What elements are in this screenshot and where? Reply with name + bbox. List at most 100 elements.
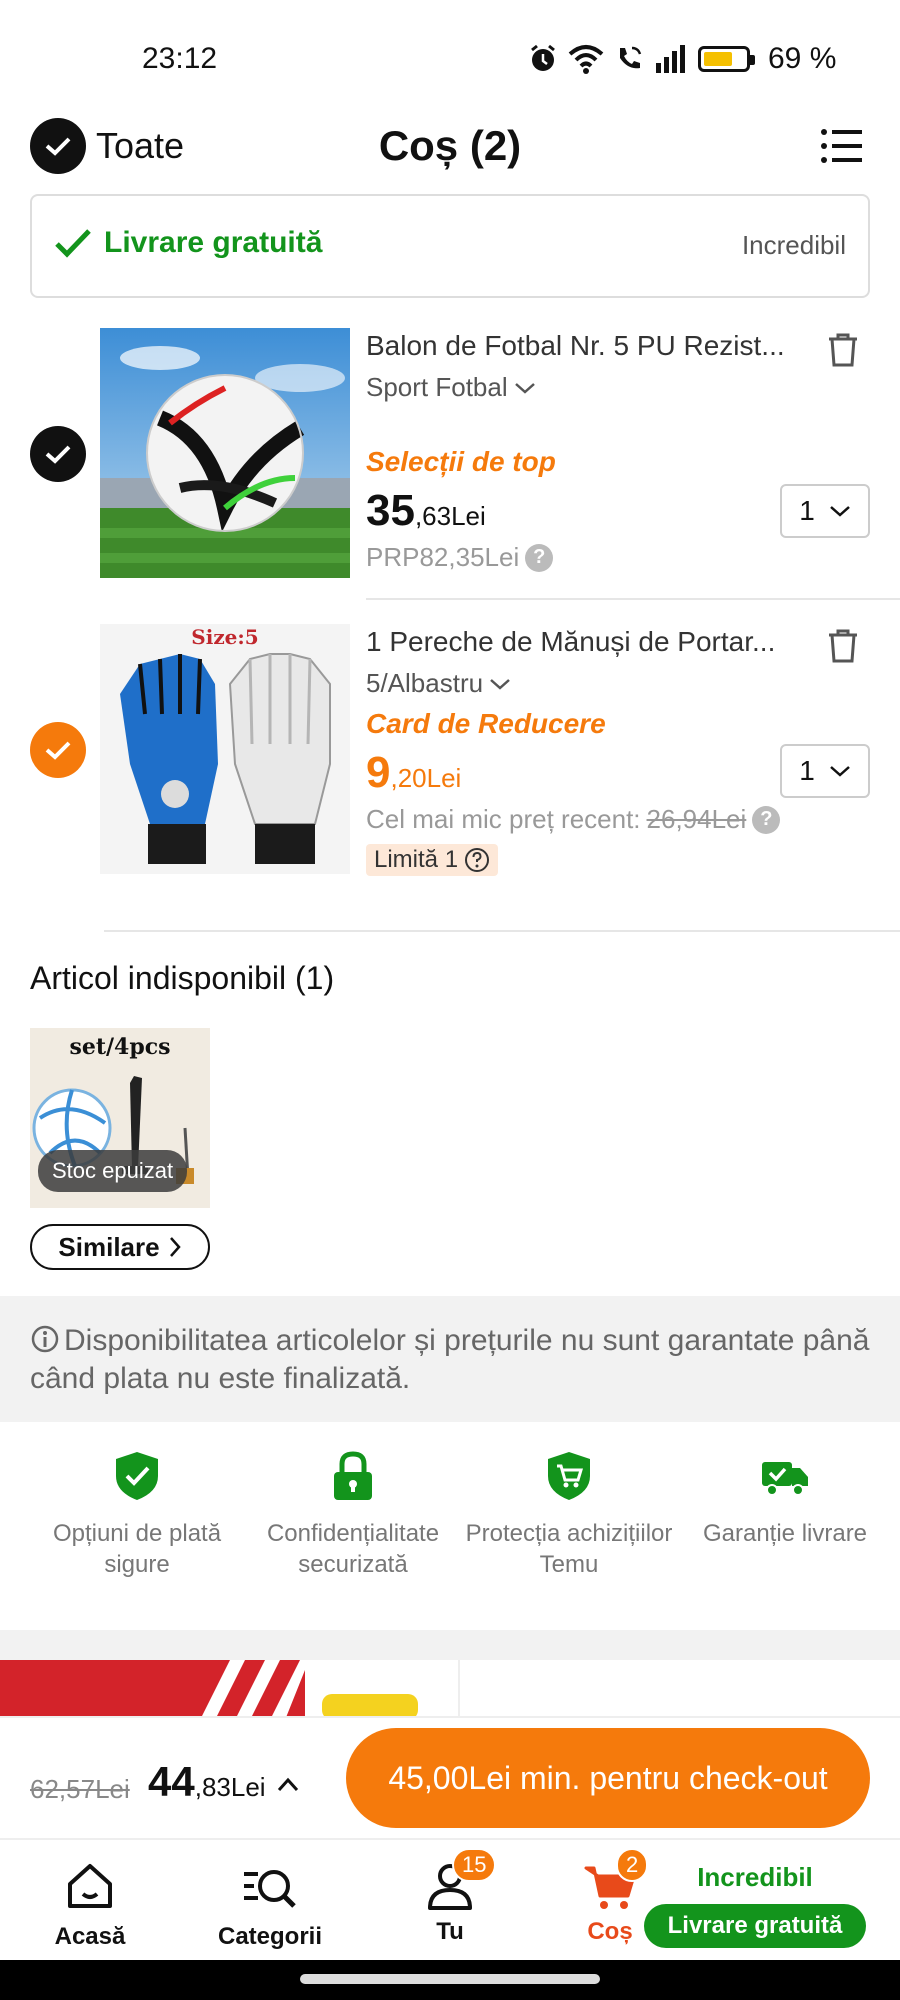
trash-icon[interactable] [826,628,860,664]
image-size-label: Size:5 [191,625,258,649]
shield-cart-icon [548,1452,590,1500]
signal-icon [656,45,685,73]
guarantee-label: Protecția achizițiilor Temu [465,1520,673,1578]
battery-text: 69 % [768,42,837,75]
nav-you[interactable]: 15 Tu [380,1848,520,1946]
item-select-check-icon[interactable] [30,426,86,482]
home-indicator-pill[interactable] [300,1974,600,1984]
help-icon[interactable]: ? [752,805,781,834]
cart-icon-wrap: 2 [582,1848,649,1914]
guarantee-purchase-protection[interactable]: Protecția achizițiilor Temu [464,1450,674,1580]
cart-count-badge: 2 [616,1848,649,1882]
checkout-button[interactable]: 45,00Lei min. pentru check-out [346,1728,870,1828]
quantity-value: 1 [799,755,815,786]
chevron-down-icon [829,506,850,517]
shield-check-icon [116,1452,158,1500]
system-home-bar [0,1960,900,2000]
availability-notice: Disponibilitatea articolelor și prețuril… [0,1296,900,1422]
status-time: 23:12 [142,42,218,75]
chevron-down-icon [490,678,510,690]
chevron-down-icon [829,766,850,777]
item-price: 9 ,20Lei [366,748,461,798]
item-price-int: 9 [366,748,391,797]
nav-home[interactable]: Acasă [20,1858,160,1951]
recommended-item-card[interactable] [0,1660,445,1720]
guarantee-label: Garanție livrare [702,1520,868,1547]
chevron-up-icon[interactable] [276,1774,300,1794]
wifi-icon [568,45,604,74]
recent-price-value: 26,94Lei [646,804,747,834]
free-shipping-banner[interactable]: Livrare gratuită Incredibil [30,194,870,298]
help-circle-icon[interactable] [464,847,490,873]
call-wifi-icon [620,46,642,69]
cart-total-int: 44 [148,1758,195,1805]
notification-count-badge: 15 [452,1848,497,1882]
goalkeeper-gloves-image[interactable]: Size:5 [100,624,350,874]
help-icon[interactable]: ? [525,543,554,572]
item-price-int: 35 [366,486,415,535]
info-icon [31,1325,59,1353]
item-price-dec: ,63Lei [414,501,486,531]
cart-item: Size:5 1 Pereche de Mănuși de Portar... … [0,622,900,892]
soccer-ball-image[interactable] [100,328,350,578]
guarantee-delivery[interactable]: Garanție livrare [680,1450,890,1549]
limit-badge: Limită 1 [366,844,499,876]
categories-search-icon [244,1870,296,1908]
chevron-right-icon [169,1237,181,1257]
user-icon-wrap: 15 [422,1848,497,1914]
cart-total[interactable]: 44 ,83Lei [148,1758,266,1806]
item-variant-label: 5/Albastru [366,668,484,698]
guarantees-row: Opțiuni de plată sigure Confidențialitat… [0,1450,900,1610]
item-title[interactable]: 1 Pereche de Mănuși de Portar... [366,626,806,658]
quantity-selector[interactable]: 1 [780,744,870,798]
status-bar: 23:12 69 % [0,0,900,110]
battery-icon [698,46,755,72]
chevron-down-icon [514,382,535,394]
limit-label: Limită 1 [374,846,459,873]
guarantee-secure-payment[interactable]: Opțiuni de plată sigure [32,1450,242,1580]
checkout-bar: 62,57Lei 44 ,83Lei 45,00Lei min. pentru … [0,1716,900,1838]
item-title[interactable]: Balon de Fotbal Nr. 5 PU Rezist... [366,330,806,362]
alarm-icon [531,44,555,71]
item-reference-price-label: PRP82,35Lei [366,542,520,572]
guarantee-label: Opțiuni de plată sigure [52,1520,222,1578]
item-price-dec: ,20Lei [390,763,462,793]
item-reference-price: PRP82,35Lei ? [366,542,554,573]
nav-categories[interactable]: Categorii [200,1858,340,1951]
item-variant-label: Sport Fotbal [366,372,508,402]
out-of-stock-badge: Stoc epuizat [38,1150,188,1192]
recent-price-label: Cel mai mic preț recent: [366,804,641,834]
free-shipping-label: Livrare gratuită [104,226,323,259]
bottom-navigation: Acasă Categorii 15 Tu 2 Coș Incredibil L… [0,1838,900,1960]
item-price: 35 ,63Lei [366,486,486,536]
page-title: Coș (2) [378,122,522,169]
item-divider [366,598,900,600]
item-variant-selector[interactable]: Sport Fotbal [366,372,536,403]
free-shipping-pill[interactable]: Livrare gratuită [644,1904,866,1948]
guarantee-label: Confidențialitate securizată [266,1520,440,1578]
list-menu-icon[interactable] [820,126,864,166]
trash-icon[interactable] [826,332,860,368]
quantity-value: 1 [799,495,815,526]
guarantee-privacy[interactable]: Confidențialitate securizată [248,1450,458,1580]
quantity-selector[interactable]: 1 [780,484,870,538]
nav-home-label: Acasă [54,1923,126,1950]
promo-label: Incredibil [697,1862,813,1892]
recommended-item-card[interactable] [458,1660,900,1720]
item-variant-selector[interactable]: 5/Albastru [366,668,511,699]
item-recent-lowest-price: Cel mai mic preț recent: 26,94Lei ? [366,804,781,835]
similar-items-label: Similare [58,1231,160,1262]
cart-item: Balon de Fotbal Nr. 5 PU Rezist... Sport… [0,326,900,596]
availability-notice-text: Disponibilitatea articolelor și prețuril… [30,1324,870,1395]
check-icon [55,229,91,258]
similar-items-button[interactable]: Similare [30,1224,210,1270]
original-total: 62,57Lei [30,1774,130,1804]
item-tag: Selecții de top [366,446,556,477]
unavailable-item-image[interactable]: set/4pcs Stoc epuizat [30,1028,210,1208]
home-icon [68,1864,112,1908]
item-tag: Card de Reducere [366,708,606,739]
free-shipping-left: Livrare gratuită [54,226,322,260]
cart-total-dec: ,83Lei [194,1772,266,1802]
item-select-check-icon[interactable] [30,722,86,778]
cart-header: Toate Coș (2) [0,110,900,190]
